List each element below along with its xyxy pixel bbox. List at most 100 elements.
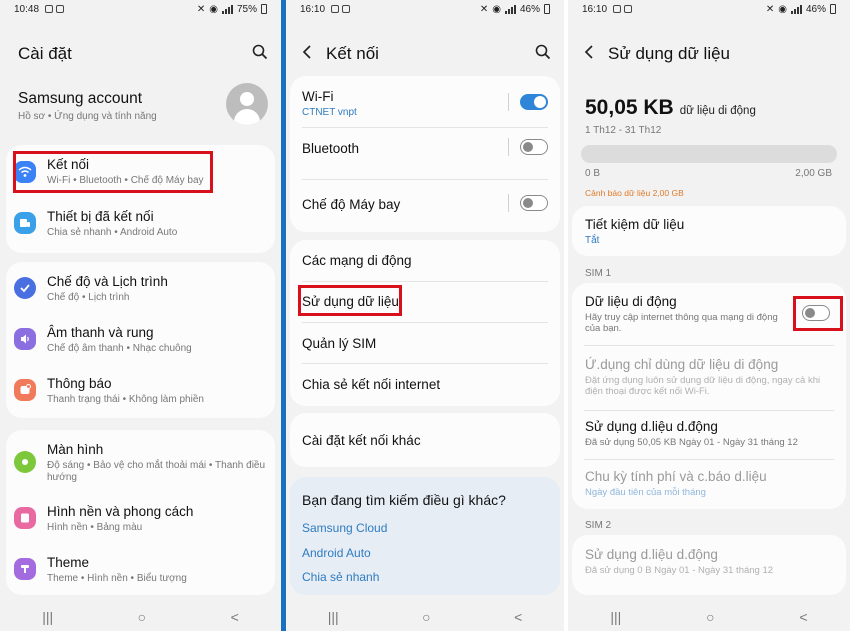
battery-icon [544, 4, 550, 14]
divider [508, 194, 509, 212]
wifi-status-icon: ◉ [778, 3, 787, 15]
battery-percent: 75% [236, 3, 257, 15]
sim1-data-usage-item[interactable]: Sử dụng d.liệu d.động Đã sử dụng 50,05 K… [585, 419, 850, 448]
suggestion-title: Bạn đang tìm kiếm điều gì khác? [302, 492, 506, 508]
suggestion-link-android-auto[interactable]: Android Auto [302, 546, 564, 560]
page-title: Sử dụng dữ liệu [608, 44, 731, 63]
signal-icon [790, 4, 802, 14]
back-arrow-icon[interactable] [300, 44, 316, 60]
separator [584, 410, 834, 411]
settings-item-modes[interactable]: Chế độ và Lịch trình Chế độ • Lịch trình [0, 274, 281, 303]
item-sub: Theme • Hình nền • Biểu tượng [47, 573, 187, 584]
mobile-data-item[interactable]: Dữ liệu di động Hãy truy cập internet th… [585, 294, 790, 334]
item-label: Các mạng di động [302, 253, 412, 268]
item-title: Sử dụng d.liệu d.động [585, 419, 718, 434]
item-sub: Đã sử dụng 0 B Ngày 01 - Ngày 31 tháng 1… [585, 565, 774, 576]
sim-manager-item[interactable]: Quản lý SIM [302, 336, 564, 351]
item-title: Âm thanh và rung [47, 325, 154, 340]
recents-button[interactable]: ||| [42, 609, 53, 625]
search-icon[interactable] [535, 44, 551, 60]
usage-summary: 50,05 KB dữ liệu di động [585, 96, 756, 120]
mobile-networks-item[interactable]: Các mạng di động [302, 253, 564, 268]
message-icon [342, 5, 351, 13]
sound-icon [14, 328, 36, 350]
settings-item-display[interactable]: Màn hình Độ sáng • Bảo vệ cho mắt thoải … [0, 442, 281, 484]
item-sub: Hãy truy cập internet thông qua mạng di … [585, 312, 778, 334]
separator [302, 322, 548, 323]
recents-button[interactable]: ||| [610, 609, 621, 625]
usage-unit: dữ liệu di động [679, 105, 756, 117]
home-button[interactable]: ○ [138, 609, 146, 625]
settings-panel: 10:48 ✕ ◉ 75% Cài đặt Samsung account Hồ… [0, 0, 281, 631]
wifi-status-icon: ◉ [209, 3, 218, 15]
home-button[interactable]: ○ [422, 609, 430, 625]
battery-icon [261, 4, 267, 14]
divider [508, 138, 509, 156]
usage-progress-bar [581, 145, 837, 163]
settings-item-connected-devices[interactable]: Thiết bị đã kết nối Chia sẻ nhanh • Andr… [0, 209, 281, 238]
search-icon[interactable] [252, 44, 268, 60]
status-bar: 16:10 ✕ ◉ 46% [286, 0, 564, 18]
gallery-icon [613, 5, 622, 13]
highlight-box-mobile-data-toggle [793, 296, 843, 331]
item-title: Tiết kiệm dữ liệu [585, 217, 685, 232]
item-title: Thiết bị đã kết nối [47, 209, 154, 224]
wifi-toggle[interactable] [520, 94, 548, 110]
separator [302, 281, 548, 282]
item-title: Chế độ và Lịch trình [47, 274, 168, 289]
item-sub: Chế độ • Lịch trình [47, 292, 130, 303]
item-title: Chu kỳ tính phí và c.báo d.liệu [585, 469, 767, 484]
item-sub: Độ sáng • Bảo vệ cho mắt thoải mái • Tha… [47, 460, 266, 483]
settings-item-theme[interactable]: Theme Theme • Hình nền • Biểu tượng [0, 555, 281, 584]
item-sub: Đặt ứng dụng luôn sử dụng dữ liệu di độn… [585, 375, 821, 397]
separator [302, 179, 548, 180]
hotspot-item[interactable]: Chia sẻ kết nối internet [302, 377, 564, 392]
mute-icon: ✕ [479, 3, 489, 15]
settings-item-notifications[interactable]: Thông báo Thanh trạng thái • Không làm p… [0, 376, 281, 405]
item-title: Theme [47, 555, 90, 570]
separator [584, 345, 834, 346]
more-connection-settings-item[interactable]: Cài đặt kết nối khác [302, 433, 564, 448]
message-icon [56, 5, 65, 13]
item-sub: Chế độ âm thanh • Nhạc chuông [47, 343, 192, 354]
separator [584, 459, 834, 460]
item-sub: Đã sử dụng 50,05 KB Ngày 01 - Ngày 31 th… [585, 437, 798, 448]
settings-item-sound[interactable]: Âm thanh và rung Chế độ âm thanh • Nhạc … [0, 325, 281, 354]
suggestion-link-quick-share[interactable]: Chia sẻ nhanh [302, 570, 564, 584]
item-label: Cài đặt kết nối khác [302, 433, 421, 448]
billing-cycle-item: Chu kỳ tính phí và c.báo d.liệu Ngày đầu… [585, 469, 850, 498]
usage-value: 50,05 KB [585, 96, 674, 119]
recents-button[interactable]: ||| [328, 609, 339, 625]
signal-icon [504, 4, 516, 14]
item-sub: Hình nền • Bảng màu [47, 522, 143, 533]
gallery-icon [331, 5, 340, 13]
back-button[interactable]: < [799, 609, 807, 625]
mobile-data-only-apps-item: Ứ.dụng chỉ dùng dữ liệu di động Đặt ứng … [585, 357, 838, 397]
wallpaper-icon [14, 507, 36, 529]
item-title: Hình nền và phong cách [47, 504, 194, 519]
battery-percent: 46% [805, 3, 826, 15]
suggestion-link-samsung-cloud[interactable]: Samsung Cloud [302, 521, 564, 535]
item-label: Quản lý SIM [302, 336, 377, 351]
navigation-bar: ||| ○ < [0, 603, 281, 631]
highlight-box-data-usage [298, 285, 402, 316]
airplane-toggle[interactable] [520, 195, 548, 211]
devices-icon [14, 212, 36, 234]
connections-panel: 16:10 ✕ ◉ 46% Kết nối Wi-Fi CTNET vnpt B… [286, 0, 564, 631]
home-button[interactable]: ○ [706, 609, 714, 625]
back-button[interactable]: < [514, 609, 522, 625]
item-sub: Thanh trạng thái • Không làm phiền [47, 394, 204, 405]
message-icon [624, 5, 633, 13]
item-sub: Chia sẻ nhanh • Android Auto [47, 227, 178, 238]
mute-icon: ✕ [765, 3, 775, 15]
back-arrow-icon[interactable] [582, 44, 598, 60]
page-title: Kết nối [326, 44, 379, 63]
data-saver-item[interactable]: Tiết kiệm dữ liệu Tắt [585, 217, 850, 246]
back-button[interactable]: < [231, 609, 239, 625]
battery-percent: 46% [519, 3, 540, 15]
item-title: Ứ.dụng chỉ dùng dữ liệu di động [585, 357, 779, 372]
avatar[interactable] [226, 83, 268, 125]
settings-item-wallpaper[interactable]: Hình nền và phong cách Hình nền • Bảng m… [0, 504, 281, 533]
bluetooth-toggle[interactable] [520, 139, 548, 155]
page-title: Cài đặt [18, 44, 72, 63]
